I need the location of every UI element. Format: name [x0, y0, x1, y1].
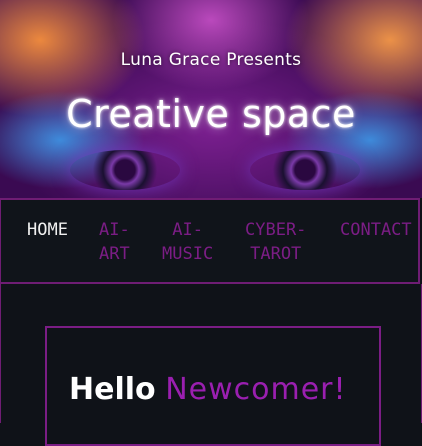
hero-eye-left: [70, 150, 180, 190]
nav-home[interactable]: HOME: [27, 218, 68, 242]
welcome-name: Newcomer!: [165, 372, 347, 407]
welcome-card: Hello Newcomer!: [45, 326, 381, 446]
hero-title: Creative space: [66, 92, 356, 136]
nav-contact[interactable]: CONTACT: [340, 218, 412, 242]
main-nav: HOME AI- ART AI- MUSIC CYBER- TAROT CONT…: [0, 198, 420, 284]
hero-eye-right: [250, 150, 360, 190]
nav-ai-music[interactable]: AI- MUSIC: [162, 218, 213, 266]
nav-ai-art[interactable]: AI- ART: [99, 218, 130, 266]
hero-banner: Luna Grace Presents Creative space: [0, 0, 422, 198]
main-content: Hello Newcomer!: [0, 284, 422, 446]
welcome-heading: Hello Newcomer!: [69, 372, 347, 407]
hero-presenter: Luna Grace Presents: [120, 50, 302, 70]
nav-cyber-tarot[interactable]: CYBER- TAROT: [245, 218, 306, 266]
welcome-hello: Hello: [69, 372, 156, 407]
